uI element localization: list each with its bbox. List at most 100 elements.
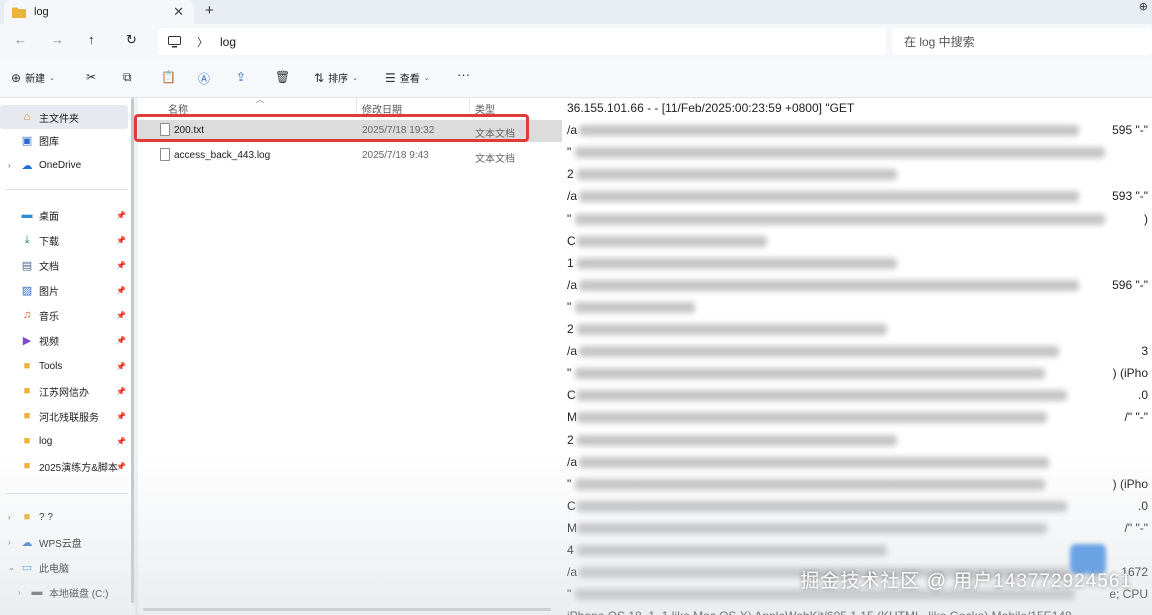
preview-line-text: iPhone OS 18_1_1 like Mac OS X) AppleWeb…	[567, 609, 1072, 615]
breadcrumb-log[interactable]: log	[220, 35, 236, 49]
sort-ascending-icon: ︿	[256, 95, 264, 104]
preview-line: /a	[567, 452, 1152, 474]
preview-line: 36.155.101.66 - - [11/Feb/2025:00:23:59 …	[567, 98, 1152, 120]
video-icon: ▶	[22, 334, 32, 347]
copy-button[interactable]: ⧉	[123, 70, 136, 85]
pin-icon[interactable]: 📌	[116, 437, 126, 446]
computer-icon	[168, 35, 181, 47]
sidebar-item-music[interactable]: ♫ 音乐 📌	[0, 303, 128, 327]
pin-icon[interactable]: 📌	[116, 286, 126, 295]
cloud-icon: ☁	[21, 536, 33, 549]
refresh-button[interactable]: ↻	[126, 32, 137, 48]
pin-icon[interactable]: 📌	[116, 362, 126, 371]
sidebar-item-hebei[interactable]: ■ 河北残联服务 📌	[0, 404, 128, 428]
redacted-text	[577, 169, 897, 181]
sidebar-item-pictures[interactable]: ▨ 图片 📌	[0, 278, 128, 302]
preview-line: ")	[567, 209, 1152, 231]
view-lines-icon: ☰	[385, 70, 396, 85]
preview-line-text: C	[567, 388, 576, 403]
new-label: 新建	[25, 74, 46, 85]
horizontal-scrollbar[interactable]	[143, 608, 551, 611]
sidebar-item-label: 图库	[39, 136, 59, 148]
sidebar-item-drill-2025[interactable]: ■ 2025演练方&脚本 📌	[0, 454, 128, 478]
pin-icon[interactable]: 📌	[116, 211, 126, 220]
preview-line-tail: 3	[1141, 344, 1148, 359]
pin-icon[interactable]: 📌	[116, 336, 126, 345]
share-button[interactable]: ⇪	[236, 70, 250, 84]
sidebar-item-downloads[interactable]: ⤓ 下载 📌	[0, 228, 128, 252]
sidebar-item-label: ? ?	[39, 511, 53, 523]
folder-icon: ■	[23, 511, 31, 523]
pin-icon[interactable]: 📌	[116, 236, 126, 245]
delete-button[interactable]: 🗑	[275, 70, 294, 84]
divider	[6, 189, 128, 190]
sidebar-item-tools[interactable]: ■ Tools 📌	[0, 354, 128, 378]
sidebar-item-videos[interactable]: ▶ 视频 📌	[0, 328, 128, 352]
sidebar-item-label: 下载	[39, 236, 59, 248]
path-box[interactable]: 〉 log	[158, 28, 886, 55]
desktop-icon: ▬	[21, 209, 33, 221]
view-button[interactable]: ☰ 查看 ⌄	[385, 70, 430, 86]
more-options-button[interactable]: ···	[457, 67, 470, 82]
preview-line-tail: 593 "-"	[1112, 189, 1148, 204]
paste-button[interactable]: 📋	[161, 70, 180, 84]
preview-line: 4	[567, 540, 1152, 562]
sidebar-item-this-pc[interactable]: ⌄ ▭ 此电脑	[0, 555, 128, 579]
preview-line: M /" "-"	[567, 407, 1152, 429]
sort-button[interactable]: ⇅ 排序 ⌄	[314, 70, 358, 86]
sidebar-item-documents[interactable]: ▤ 文档 📌	[0, 253, 128, 277]
chevron-down-icon: ⌄	[352, 74, 358, 82]
preview-line: "	[567, 297, 1152, 319]
sidebar-item-gallery[interactable]: ▣ 图库	[0, 128, 128, 152]
pin-icon[interactable]: 📌	[116, 412, 126, 421]
redacted-text	[575, 301, 695, 313]
up-button[interactable]: ↑	[88, 32, 95, 47]
chevron-right-icon[interactable]: ›	[8, 161, 20, 170]
rename-button[interactable]: Ⓐ	[198, 70, 214, 87]
preview-line-tail: ) (iPho	[1112, 366, 1148, 381]
new-tab-button[interactable]: +	[205, 2, 214, 19]
drive-icon: ▬	[31, 586, 43, 598]
sidebar-item-wps[interactable]: › ☁ WPS云盘	[0, 530, 128, 554]
sidebar-item-log[interactable]: ■ log 📌	[0, 429, 128, 453]
sidebar-scrollbar[interactable]	[131, 98, 135, 603]
preview-pane: 36.155.101.66 - - [11/Feb/2025:00:23:59 …	[562, 98, 1152, 615]
sidebar-item-label: 此电脑	[39, 563, 69, 575]
file-row[interactable]: access_back_443.log 2025/7/18 9:43 文本文档	[138, 145, 562, 167]
redacted-text	[577, 434, 897, 446]
preview-line: C	[567, 231, 1152, 253]
chevron-right-icon[interactable]: ›	[8, 513, 20, 522]
search-input[interactable]: 在 log 中搜索	[892, 28, 1152, 55]
gallery-icon: ▣	[21, 134, 33, 147]
preview-line-text: /a	[567, 123, 578, 138]
close-tab-icon[interactable]: ✕	[173, 4, 184, 20]
redacted-text	[575, 478, 1045, 490]
pin-icon[interactable]: 📌	[116, 462, 126, 471]
sidebar-item-desktop[interactable]: ▬ 桌面 📌	[0, 203, 128, 227]
sidebar-item-onedrive[interactable]: › ☁ OneDrive	[0, 153, 128, 177]
sidebar-item-local-disk-c[interactable]: › ▬ 本地磁盘 (C:)	[0, 580, 128, 604]
cut-button[interactable]: ✂	[86, 70, 100, 84]
pin-icon[interactable]: 📌	[116, 387, 126, 396]
window-control-icon[interactable]: ⊕	[1139, 0, 1148, 13]
chevron-right-icon[interactable]: ›	[8, 538, 20, 547]
pin-icon[interactable]: 📌	[116, 311, 126, 320]
sidebar-item-unknown[interactable]: › ■ ? ?	[0, 505, 128, 529]
preview-line: ") (iPho	[567, 474, 1152, 496]
preview-line: 2	[567, 164, 1152, 186]
new-button[interactable]: ⊕ 新建 ⌄	[11, 70, 55, 86]
picture-icon: ▨	[21, 284, 33, 297]
tab-log[interactable]: log ✕	[4, 0, 194, 24]
preview-line-tail: /" "-"	[1124, 520, 1148, 535]
pin-icon[interactable]: 📌	[116, 261, 126, 270]
preview-line-tail: .0	[1137, 498, 1148, 513]
forward-button[interactable]: →	[51, 32, 64, 47]
back-button[interactable]: ←	[14, 32, 27, 47]
chevron-right-icon[interactable]: ›	[18, 588, 30, 597]
chevron-down-icon[interactable]: ⌄	[8, 563, 20, 572]
preview-line-tail: .0	[1137, 388, 1148, 403]
scrollbar-thumb[interactable]	[131, 98, 134, 603]
sidebar-item-home[interactable]: ⌂ 主文件夹	[0, 105, 128, 129]
text-file-icon	[160, 148, 170, 161]
sidebar-item-jiangsu[interactable]: ■ 江苏网信办 📌	[0, 379, 128, 403]
